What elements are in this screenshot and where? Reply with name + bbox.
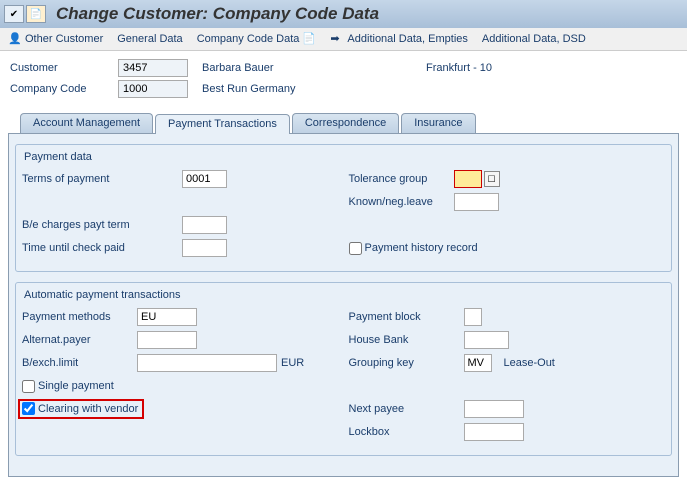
tabs: Account Management Payment Transactions …	[8, 113, 679, 133]
be-charges-label: B/e charges payt term	[22, 219, 182, 231]
payment-block-label: Payment block	[349, 311, 464, 323]
label: Additional Data, DSD	[482, 33, 586, 45]
grouping-key-input[interactable]	[464, 354, 492, 372]
tab-account-management[interactable]: Account Management	[20, 113, 153, 133]
tolerance-group-label: Tolerance group	[349, 173, 454, 185]
header-icons: ✔ 📄	[4, 5, 46, 23]
alternat-payer-input[interactable]	[137, 331, 197, 349]
customer-city: Frankfurt - 10	[426, 62, 492, 74]
auto-payment-group: Automatic payment transactions Payment m…	[15, 282, 672, 456]
bexch-limit-label: B/exch.limit	[22, 357, 137, 369]
alternat-payer-label: Alternat.payer	[22, 334, 137, 346]
known-neg-leave-input[interactable]	[454, 193, 499, 211]
payment-block-input[interactable]	[464, 308, 482, 326]
customer-value: 3457	[118, 59, 188, 77]
terms-of-payment-label: Terms of payment	[22, 173, 182, 185]
doc-icon[interactable]: 📄	[26, 5, 46, 23]
search-help-icon[interactable]: ☐	[484, 171, 500, 187]
payment-methods-input[interactable]	[137, 308, 197, 326]
label: Other Customer	[25, 33, 103, 45]
house-bank-label: House Bank	[349, 334, 464, 346]
customer-name: Barbara Bauer	[202, 62, 412, 74]
header-bar: ✔ 📄 Change Customer: Company Code Data	[0, 0, 687, 28]
single-payment-label: Single payment	[38, 380, 114, 392]
label: Additional Data, Empties	[347, 33, 467, 45]
next-payee-input[interactable]	[464, 400, 524, 418]
be-charges-input[interactable]	[182, 216, 227, 234]
group-title: Automatic payment transactions	[22, 289, 665, 301]
additional-data-dsd-button[interactable]: Additional Data, DSD	[482, 33, 586, 45]
bexch-limit-input[interactable]	[137, 354, 277, 372]
company-code-value: 1000	[118, 80, 188, 98]
toolbar: 👤 Other Customer General Data Company Co…	[0, 28, 687, 51]
time-until-check-label: Time until check paid	[22, 242, 182, 254]
person-icon: 👤	[8, 32, 22, 46]
tab-insurance[interactable]: Insurance	[401, 113, 475, 133]
arrow-icon: ➡	[330, 32, 344, 46]
label: General Data	[117, 33, 182, 45]
tolerance-group-input[interactable]	[454, 170, 482, 188]
general-data-button[interactable]: General Data	[117, 33, 182, 45]
tab-payment-transactions[interactable]: Payment Transactions	[155, 114, 290, 134]
bexch-currency: EUR	[281, 357, 304, 369]
check-icon[interactable]: ✔	[4, 5, 24, 23]
additional-data-empties-button[interactable]: ➡ Additional Data, Empties	[330, 32, 467, 46]
known-neg-leave-label: Known/neg.leave	[349, 196, 454, 208]
label: Company Code Data	[197, 33, 300, 45]
terms-of-payment-input[interactable]	[182, 170, 227, 188]
grouping-key-label: Grouping key	[349, 357, 464, 369]
company-code-data-button[interactable]: Company Code Data 📄	[197, 32, 317, 46]
page-title: Change Customer: Company Code Data	[56, 4, 379, 24]
tab-correspondence[interactable]: Correspondence	[292, 113, 399, 133]
payment-data-group: Payment data Terms of payment B/e charge…	[15, 144, 672, 272]
payment-history-label: Payment history record	[365, 242, 478, 254]
payment-history-checkbox[interactable]	[349, 242, 362, 255]
house-bank-input[interactable]	[464, 331, 509, 349]
info-area: Customer 3457 Barbara Bauer Frankfurt - …	[0, 51, 687, 113]
company-code-name: Best Run Germany	[202, 83, 296, 95]
clearing-with-vendor-checkbox[interactable]	[22, 402, 35, 415]
lockbox-label: Lockbox	[349, 426, 464, 438]
single-payment-checkbox[interactable]	[22, 380, 35, 393]
doc-icon: 📄	[302, 32, 316, 46]
other-customer-button[interactable]: 👤 Other Customer	[8, 32, 103, 46]
group-title: Payment data	[22, 151, 665, 163]
tab-panel: Payment data Terms of payment B/e charge…	[8, 133, 679, 477]
company-code-label: Company Code	[10, 83, 118, 95]
lease-out-label: Lease-Out	[504, 357, 555, 369]
next-payee-label: Next payee	[349, 403, 464, 415]
lockbox-input[interactable]	[464, 423, 524, 441]
customer-label: Customer	[10, 62, 118, 74]
clearing-with-vendor-label: Clearing with vendor	[38, 403, 138, 415]
time-until-check-input[interactable]	[182, 239, 227, 257]
payment-methods-label: Payment methods	[22, 311, 137, 323]
tabs-container: Account Management Payment Transactions …	[8, 113, 679, 477]
